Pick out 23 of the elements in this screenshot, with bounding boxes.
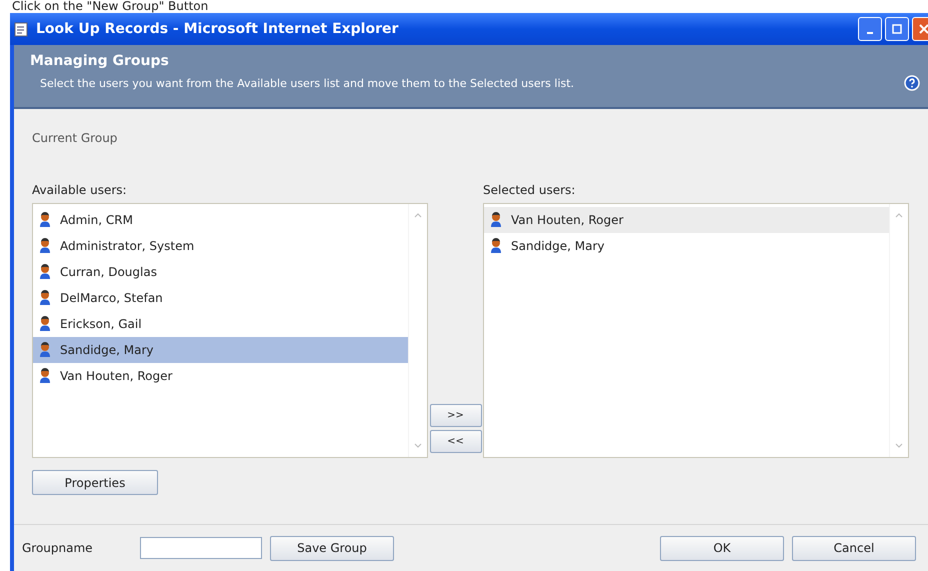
current-group-label: Current Group xyxy=(32,131,118,145)
user-list-item[interactable]: Curran, Douglas xyxy=(33,259,408,285)
save-group-button[interactable]: Save Group xyxy=(270,536,394,560)
user-list-item[interactable]: Sandidge, Mary xyxy=(484,233,889,259)
header-description: Select the users you want from the Available users list and move them to the Selected users list. xyxy=(40,76,574,90)
properties-button[interactable]: Properties xyxy=(32,470,158,495)
caption-text: Click on the "New Group" Button xyxy=(11,0,210,13)
user-list-item[interactable]: DelMarco, Stefan xyxy=(33,285,408,311)
user-list-item[interactable]: Administrator, System xyxy=(33,233,408,259)
window-title: Look Up Records - Microsoft Internet Explorer xyxy=(36,21,398,37)
header-title: Managing Groups xyxy=(30,53,170,69)
user-list-item[interactable]: Van Houten, Roger xyxy=(33,363,408,389)
user-list-item[interactable]: Van Houten, Roger xyxy=(484,207,889,233)
list-label: Available users: xyxy=(32,183,128,197)
user-list-item[interactable]: Erickson, Gail xyxy=(33,311,408,337)
list-label: Selected users: xyxy=(483,183,576,197)
ok-button[interactable]: OK xyxy=(660,536,784,560)
move-button[interactable]: << xyxy=(430,430,482,453)
user-list-item[interactable]: Admin, CRM xyxy=(33,207,408,233)
groupname-label: Groupname xyxy=(22,541,94,555)
move-button[interactable]: >> xyxy=(430,404,482,427)
cancel-button[interactable]: Cancel xyxy=(792,536,916,560)
user-list-item[interactable]: Sandidge, Mary xyxy=(33,337,408,363)
